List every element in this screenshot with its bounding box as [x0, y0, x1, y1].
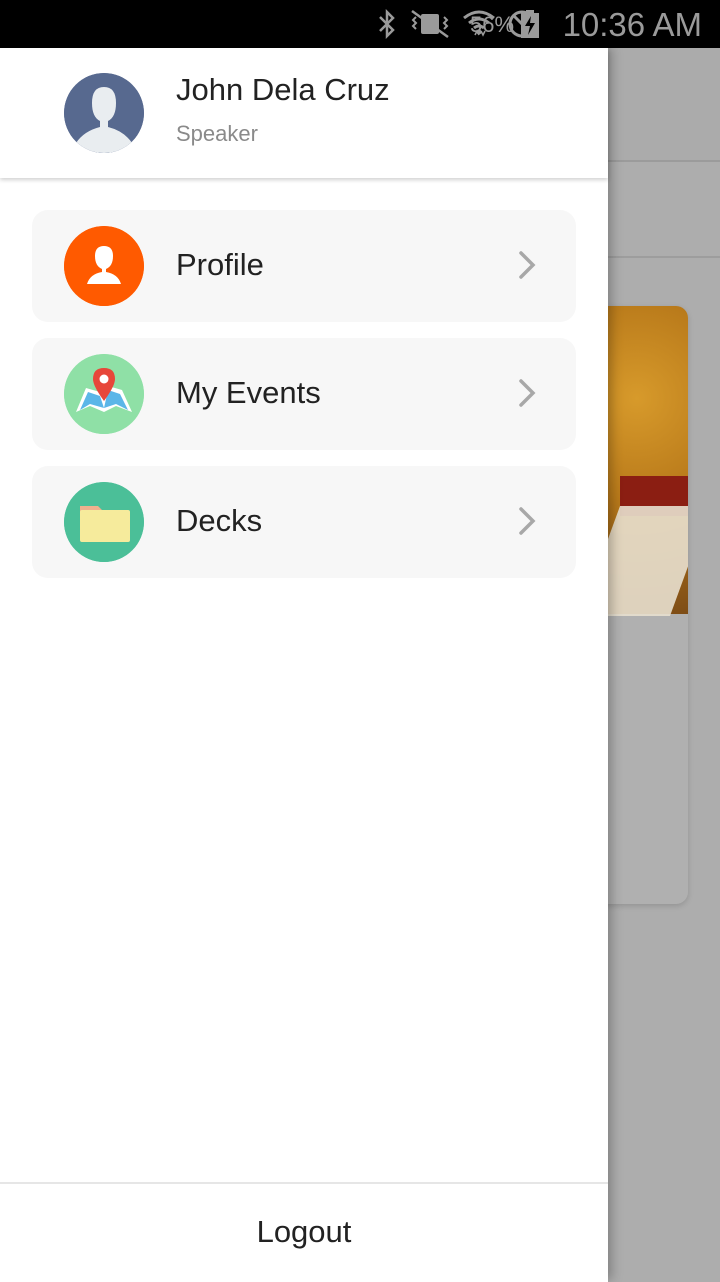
menu-item-decks[interactable]: Decks	[32, 466, 576, 578]
vibrate-icon	[408, 9, 452, 39]
map-pin-icon	[64, 354, 144, 434]
default-user-icon	[64, 73, 144, 153]
menu-item-profile[interactable]: Profile	[32, 210, 576, 322]
person-icon	[64, 226, 144, 306]
menu-item-my-events[interactable]: My Events	[32, 338, 576, 450]
clock: 10:36 AM	[562, 6, 702, 43]
menu-item-label: Profile	[176, 247, 264, 282]
avatar[interactable]	[64, 73, 144, 153]
menu-item-label: My Events	[176, 375, 321, 410]
battery-charging-icon	[520, 10, 540, 43]
folder-icon	[64, 482, 144, 562]
chevron-right-icon	[518, 250, 536, 285]
logout-label: Logout	[256, 1214, 352, 1249]
user-name: John Dela Cruz	[176, 72, 390, 107]
battery-percent: 56%	[470, 12, 515, 37]
navigation-drawer: John Dela Cruz Speaker Profile My Events…	[0, 48, 608, 1282]
chevron-right-icon	[518, 378, 536, 413]
logout-button[interactable]: Logout	[0, 1182, 608, 1282]
bluetooth-icon	[376, 9, 398, 39]
chevron-right-icon	[518, 506, 536, 541]
status-bar: 56% 10:36 AM	[0, 0, 720, 48]
menu-item-label: Decks	[176, 503, 263, 538]
user-role: Speaker	[176, 121, 258, 146]
drawer-header: John Dela Cruz Speaker	[0, 48, 608, 178]
